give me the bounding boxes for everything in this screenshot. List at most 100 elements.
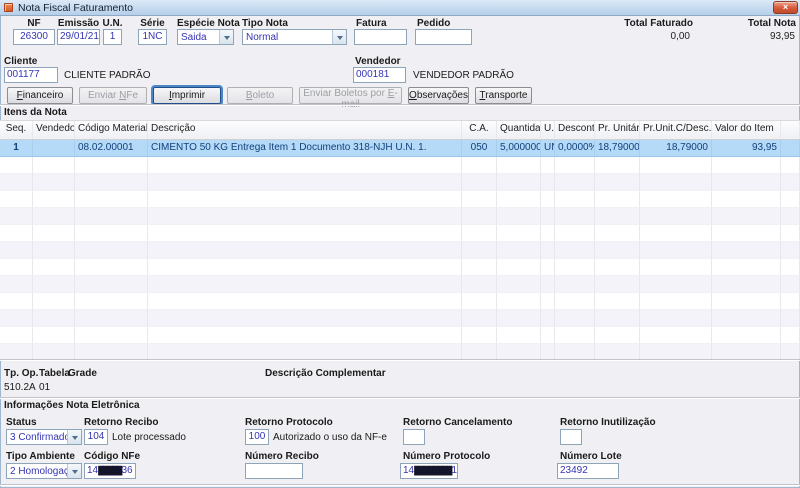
retorno-cancelamento-field[interactable] [403,429,425,445]
empty-cell [781,242,800,259]
title-bar: Nota Fiscal Faturamento × [0,0,800,16]
numero-protocolo-field[interactable]: 14████████15 [400,463,458,479]
empty-cell [462,191,497,208]
retorno-inutilizacao-field[interactable] [560,429,582,445]
empty-cell [33,293,75,310]
codigo-nfe-field[interactable]: 14█████36 [84,463,136,479]
empty-cell [595,208,640,225]
column-header[interactable]: Valor do Item [712,121,781,139]
empty-cell [640,293,712,310]
fatura-field[interactable] [354,29,407,45]
empty-cell [148,191,462,208]
toolbar-button-observa-es[interactable]: Observações [408,87,469,104]
status-select[interactable]: 3 Confirmado [6,429,82,445]
column-header[interactable]: Seq. [0,121,33,139]
retorno-inutilizacao-label: Retorno Inutilização [560,417,656,428]
empty-cell [497,327,541,344]
toolbar-button-enviar-boletos-por-e-mail: Enviar Boletos por E-mail [299,87,402,110]
tabela-label: Tabela [39,368,70,379]
tipo-nota-select[interactable]: Normal [242,29,347,45]
empty-cell [148,208,462,225]
column-header[interactable]: C.A. [462,121,497,139]
column-header[interactable]: Descrição [148,121,462,139]
empty-cell [497,208,541,225]
vendedor-label: Vendedor [355,56,401,67]
pedido-label: Pedido [417,18,451,29]
empty-cell [555,191,595,208]
empty-cell [555,242,595,259]
column-header[interactable]: Quantidade [497,121,541,139]
emissao-field[interactable]: 29/01/21 [57,29,100,45]
item-cell: 0,0000% [555,140,595,157]
serie-field[interactable]: 1NC [138,29,167,45]
toolbar-button-imprimir[interactable]: Imprimir [153,87,221,104]
numero-protocolo-redaction: ████████ [414,466,452,475]
empty-row [0,191,800,208]
tipo-ambiente-select[interactable]: 2 Homologação [6,463,82,479]
un-field[interactable]: 1 [103,29,122,45]
cliente-code-field[interactable]: 001177 [4,67,58,83]
empty-cell [640,191,712,208]
empty-row [0,157,800,174]
column-header[interactable]: Vendedor [33,121,75,139]
empty-row [0,327,800,344]
toolbar: Financeiro Enviar NFe Imprimir Boleto Enviar… [7,87,532,110]
empty-row [0,174,800,191]
empty-cell [497,157,541,174]
empty-row [0,242,800,259]
retorno-protocolo-code-field[interactable]: 100 [245,429,269,445]
column-header[interactable]: Código Material [75,121,148,139]
nf-field[interactable]: 26300 [13,29,55,45]
column-header[interactable]: Pr. Unitário [595,121,640,139]
empty-cell [595,259,640,276]
numero-recibo-field[interactable] [245,463,303,479]
total-faturado-value: 0,00 [670,31,690,42]
empty-cell [0,174,33,191]
tabela-value: 01 [39,382,51,393]
item-cell: 08.02.00001 [75,140,148,157]
empty-cell [75,225,148,242]
items-table: Seq. Vendedor Código Material Descrição C.A.… [0,120,800,361]
toolbar-button-transporte[interactable]: Transporte [475,87,532,104]
retorno-protocolo-text: Autorizado o uso da NF-e [273,432,387,443]
empty-cell [555,310,595,327]
empty-cell [75,327,148,344]
empty-cell [462,310,497,327]
empty-cell [712,259,781,276]
column-header[interactable] [781,121,800,139]
item-cell: 1 [0,140,33,157]
empty-cell [712,174,781,191]
pedido-field[interactable] [415,29,472,45]
empty-cell [595,157,640,174]
empty-cell [595,174,640,191]
retorno-cancelamento-label: Retorno Cancelamento [403,417,513,428]
vendedor-name: VENDEDOR PADRÃO [413,70,514,81]
column-header[interactable]: U... [541,121,555,139]
column-header[interactable]: Desconto [555,121,595,139]
empty-cell [640,276,712,293]
empty-cell [712,327,781,344]
fatura-label: Fatura [356,18,387,29]
empty-cell [33,276,75,293]
empty-cell [0,208,33,225]
empty-cell [148,225,462,242]
empty-cell [541,191,555,208]
codigo-nfe-label: Código NFe [84,451,141,462]
empty-cell [33,191,75,208]
empty-cell [781,310,800,327]
empty-cell [555,259,595,276]
retorno-recibo-code-field[interactable]: 104 [84,429,108,445]
numero-lote-field[interactable]: 23492 [557,463,619,479]
especie-nota-select[interactable]: Saida [177,29,234,45]
chevron-down-icon [67,464,81,478]
toolbar-button-financeiro[interactable]: Financeiro [7,87,73,104]
close-icon[interactable]: × [773,1,798,14]
serie-label: Série [140,18,165,29]
section-divider [0,397,800,398]
vendedor-code-field[interactable]: 000181 [353,67,406,83]
empty-cell [75,174,148,191]
column-header[interactable]: Pr.Unit.C/Desc. [640,121,712,139]
item-row-selected[interactable]: 1 08.02.00001 CIMENTO 50 KG Entrega Item 1… [0,140,800,157]
empty-cell [33,174,75,191]
empty-cell [0,259,33,276]
